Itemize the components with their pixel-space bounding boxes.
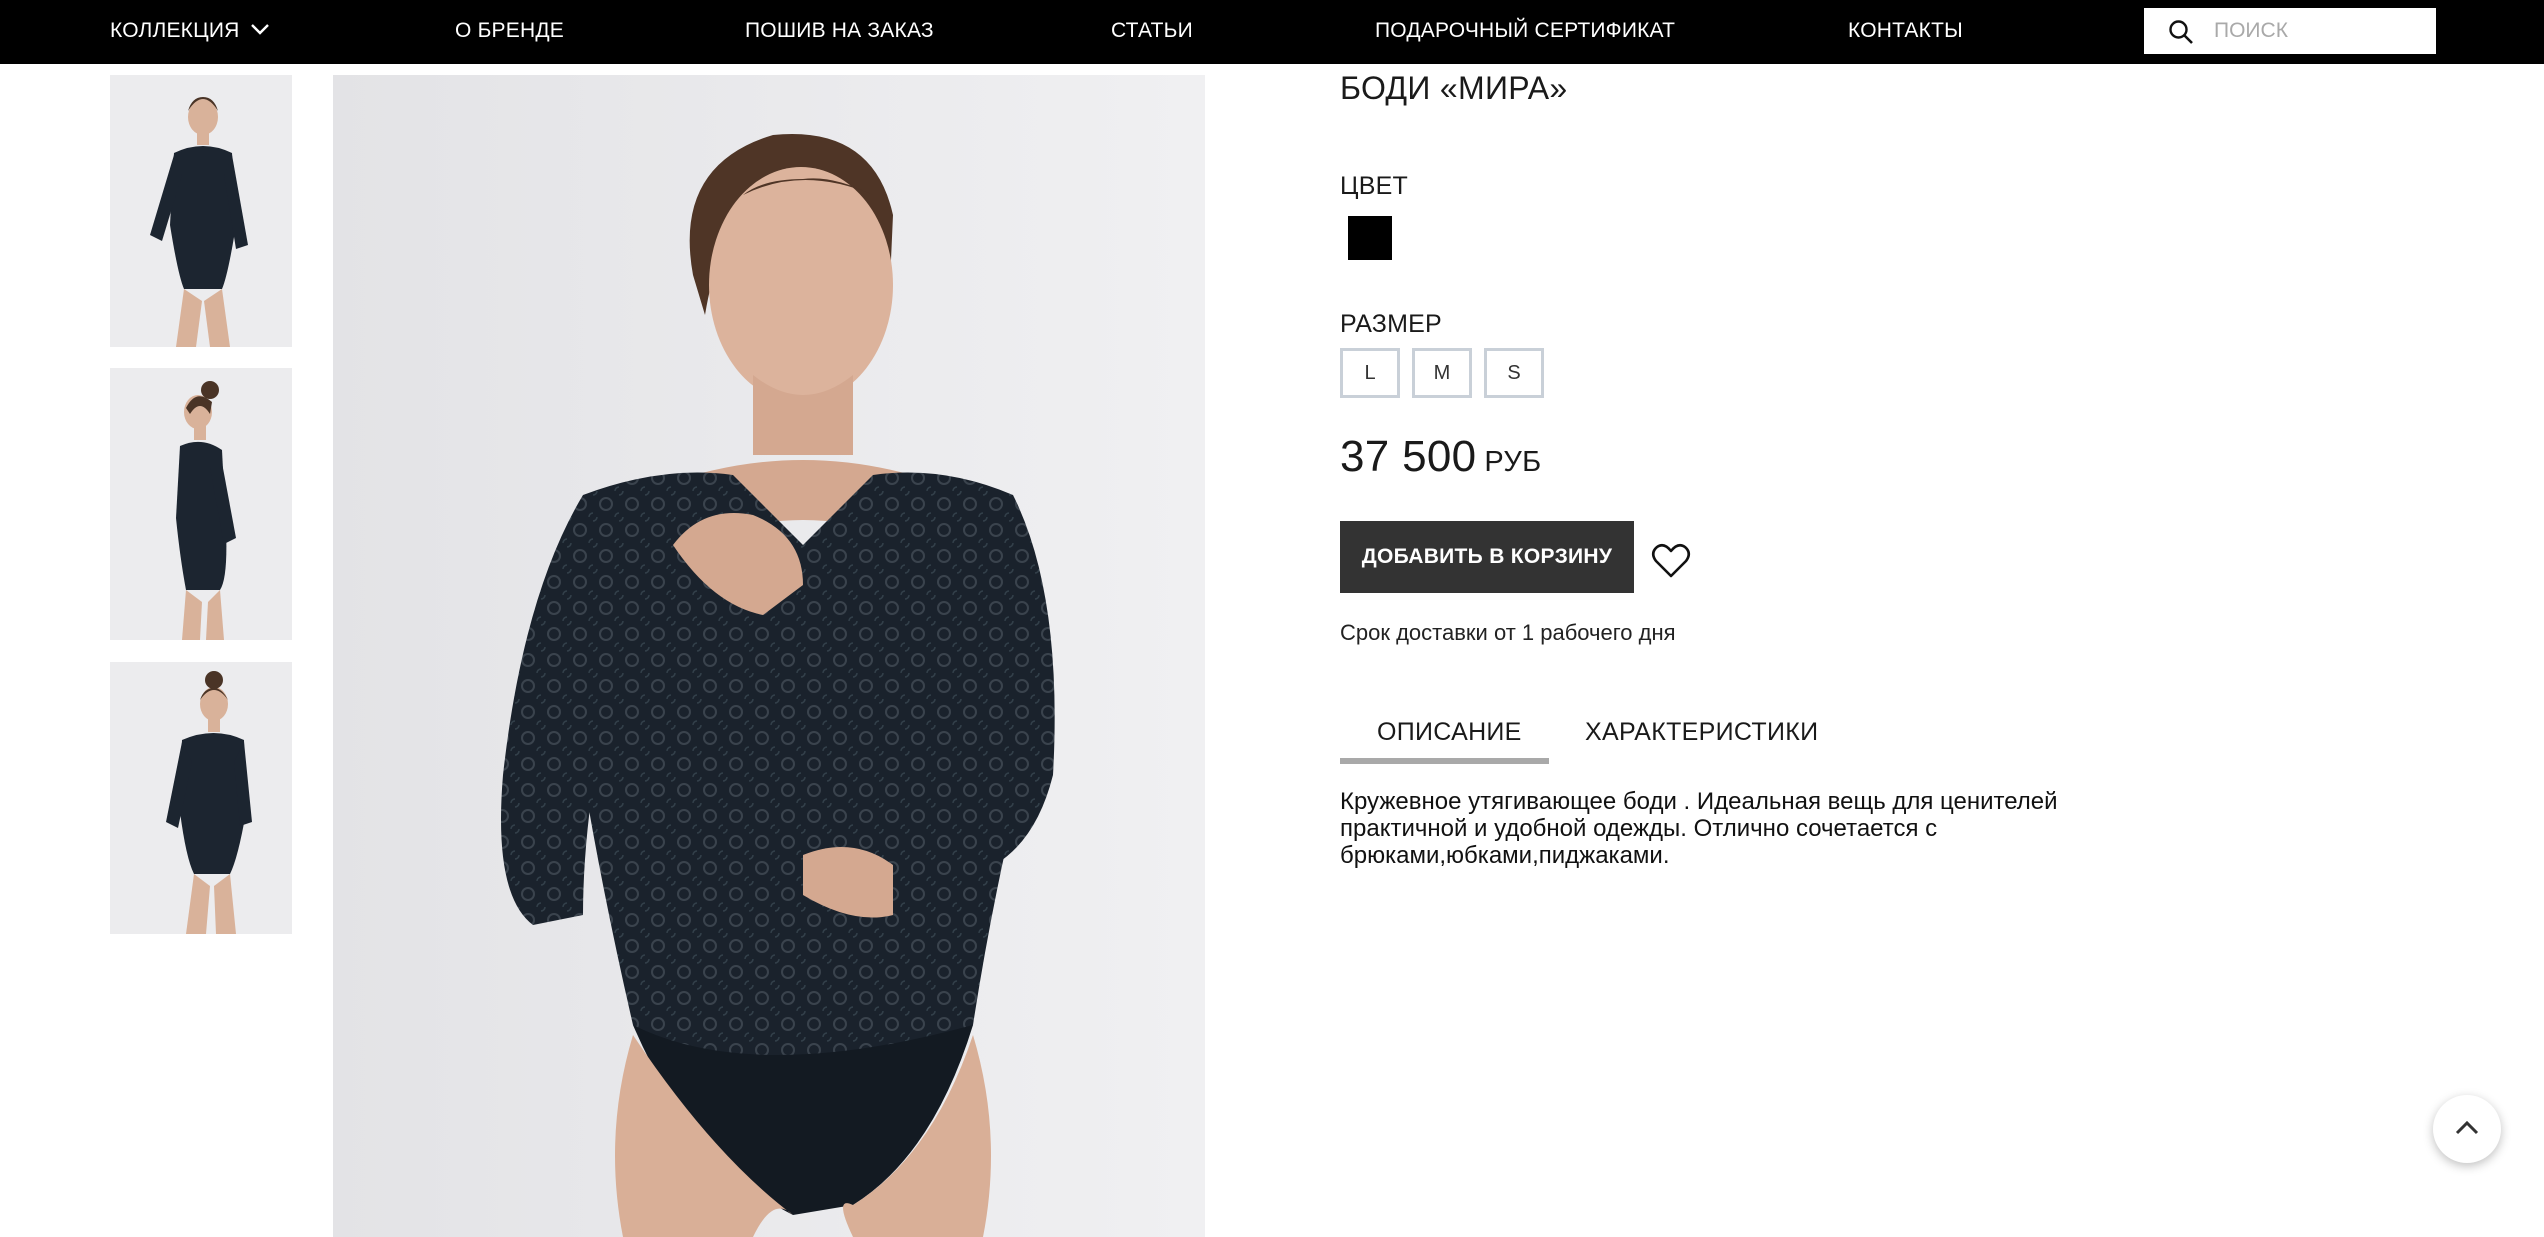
product-main-image[interactable]	[333, 75, 1205, 1237]
top-navigation-bar: КОЛЛЕКЦИЯ О БРЕНДЕ ПОШИВ НА ЗАКАЗ СТАТЬИ…	[0, 0, 2544, 64]
heart-icon[interactable]	[1651, 543, 1691, 584]
size-option-s[interactable]: S	[1484, 348, 1544, 398]
nav-custom-tailoring[interactable]: ПОШИВ НА ЗАКАЗ	[745, 0, 934, 64]
price-amount: 37 500	[1340, 432, 1477, 481]
nav-about-brand[interactable]: О БРЕНДЕ	[455, 0, 564, 64]
chevron-down-icon[interactable]	[250, 0, 270, 60]
search-icon[interactable]	[2168, 19, 2194, 50]
nav-articles[interactable]: СТАТЬИ	[1111, 0, 1193, 64]
size-label: РАЗМЕР	[1340, 310, 1442, 338]
search-input[interactable]	[2214, 8, 2424, 54]
size-option-l[interactable]: L	[1340, 348, 1400, 398]
thumbnail-image	[110, 662, 292, 934]
tab-specifications[interactable]: ХАРАКТЕРИСТИКИ	[1585, 718, 1818, 747]
main-image-illustration	[333, 75, 1205, 1237]
product-description: Кружевное утягивающее боди . Идеальная в…	[1340, 788, 2058, 869]
search-box[interactable]	[2144, 8, 2436, 54]
delivery-info: Срок доставки от 1 рабочего дня	[1340, 620, 1676, 645]
color-label: ЦВЕТ	[1340, 172, 1408, 200]
size-option-m[interactable]: M	[1412, 348, 1472, 398]
nav-collection[interactable]: КОЛЛЕКЦИЯ	[110, 0, 270, 64]
nav-contacts[interactable]: КОНТАКТЫ	[1848, 0, 1963, 64]
thumbnail-image	[110, 368, 292, 640]
price-currency: РУБ	[1484, 446, 1542, 478]
product-thumbnail-three-quarter[interactable]	[110, 662, 292, 934]
chevron-up-icon	[2455, 1120, 2479, 1135]
add-to-cart-button[interactable]: ДОБАВИТЬ В КОРЗИНУ	[1340, 521, 1634, 593]
thumbnail-image	[110, 75, 292, 347]
product-thumbnail-front[interactable]	[110, 75, 292, 347]
nav-collection-label: КОЛЛЕКЦИЯ	[110, 19, 240, 42]
nav-gift-certificate[interactable]: ПОДАРОЧНЫЙ СЕРТИФИКАТ	[1375, 0, 1675, 64]
scroll-to-top-button[interactable]	[2433, 1095, 2501, 1163]
color-swatch-black[interactable]	[1348, 216, 1392, 260]
tab-description[interactable]: ОПИСАНИЕ	[1377, 718, 1522, 747]
product-price: 37 500 РУБ	[1340, 432, 1541, 482]
product-thumbnail-side[interactable]	[110, 368, 292, 640]
product-title: БОДИ «МИРА»	[1340, 70, 1568, 106]
active-tab-indicator	[1340, 758, 1549, 764]
